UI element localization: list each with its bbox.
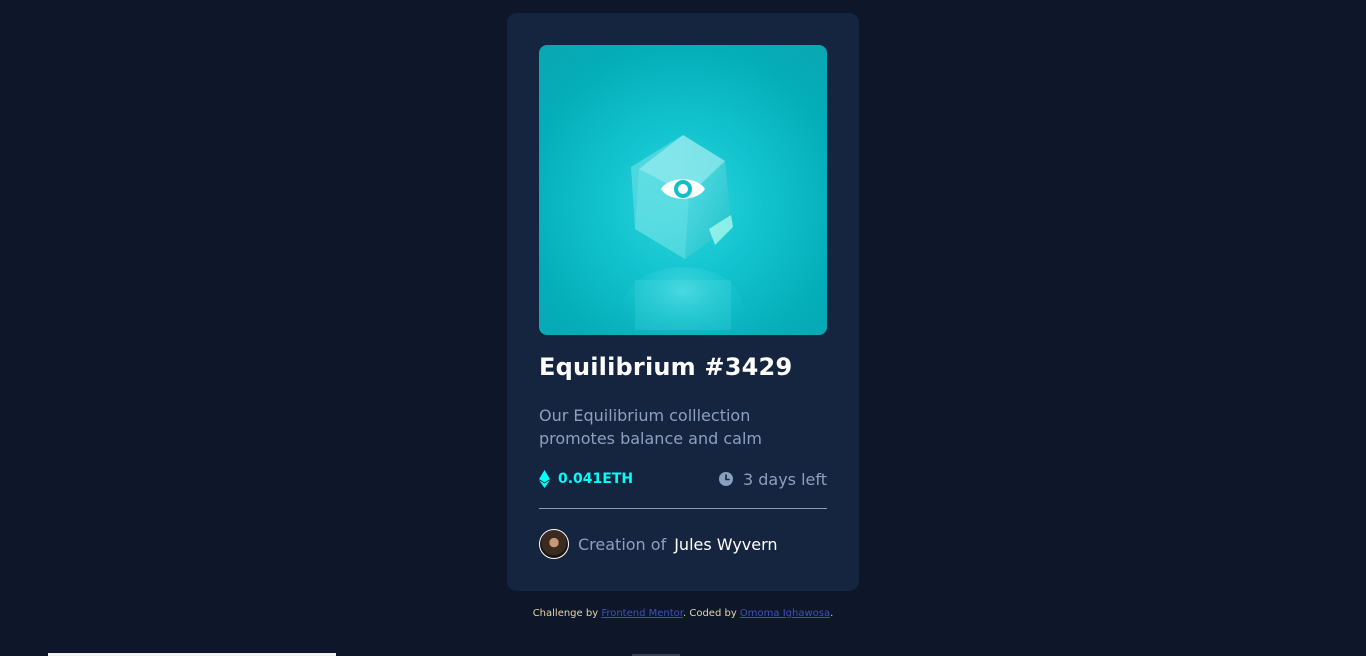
price-value: 0.041ETH: [558, 471, 634, 487]
price: 0.041ETH: [539, 468, 633, 490]
author-link[interactable]: Omoma Ighawosa: [740, 608, 830, 619]
attribution-prefix: Challenge by: [532, 608, 602, 619]
creator-prefix: Creation of: [578, 534, 667, 554]
ethereum-icon: [539, 470, 550, 488]
nft-title[interactable]: Equilibrium #3429: [539, 353, 792, 381]
nft-description: Our Equilibrium colllection promotes bal…: [539, 406, 762, 448]
clock-icon: [718, 472, 733, 486]
time-remaining-text: 3 days left: [742, 469, 827, 489]
attribution-middle: . Coded by: [682, 608, 740, 619]
avatar: [539, 529, 569, 559]
creator-row: Creation of Jules Wyvern: [539, 529, 778, 559]
equilibrium-cube-image: [623, 135, 743, 335]
frontend-mentor-link[interactable]: Frontend Mentor: [601, 608, 683, 619]
page: Equilibrium #3429 Our Equilibrium collle…: [0, 0, 1366, 656]
nft-image[interactable]: [539, 45, 827, 335]
attribution: Challenge by Frontend Mentor. Coded by O…: [0, 608, 1366, 619]
nft-stats: 0.041ETH 3 days left: [539, 468, 827, 490]
creator-name[interactable]: Jules Wyvern: [674, 535, 777, 554]
attribution-suffix: .: [830, 608, 834, 619]
time-remaining: 3 days left: [718, 468, 827, 490]
divider: [539, 508, 827, 509]
nft-card: Equilibrium #3429 Our Equilibrium collle…: [507, 13, 859, 591]
